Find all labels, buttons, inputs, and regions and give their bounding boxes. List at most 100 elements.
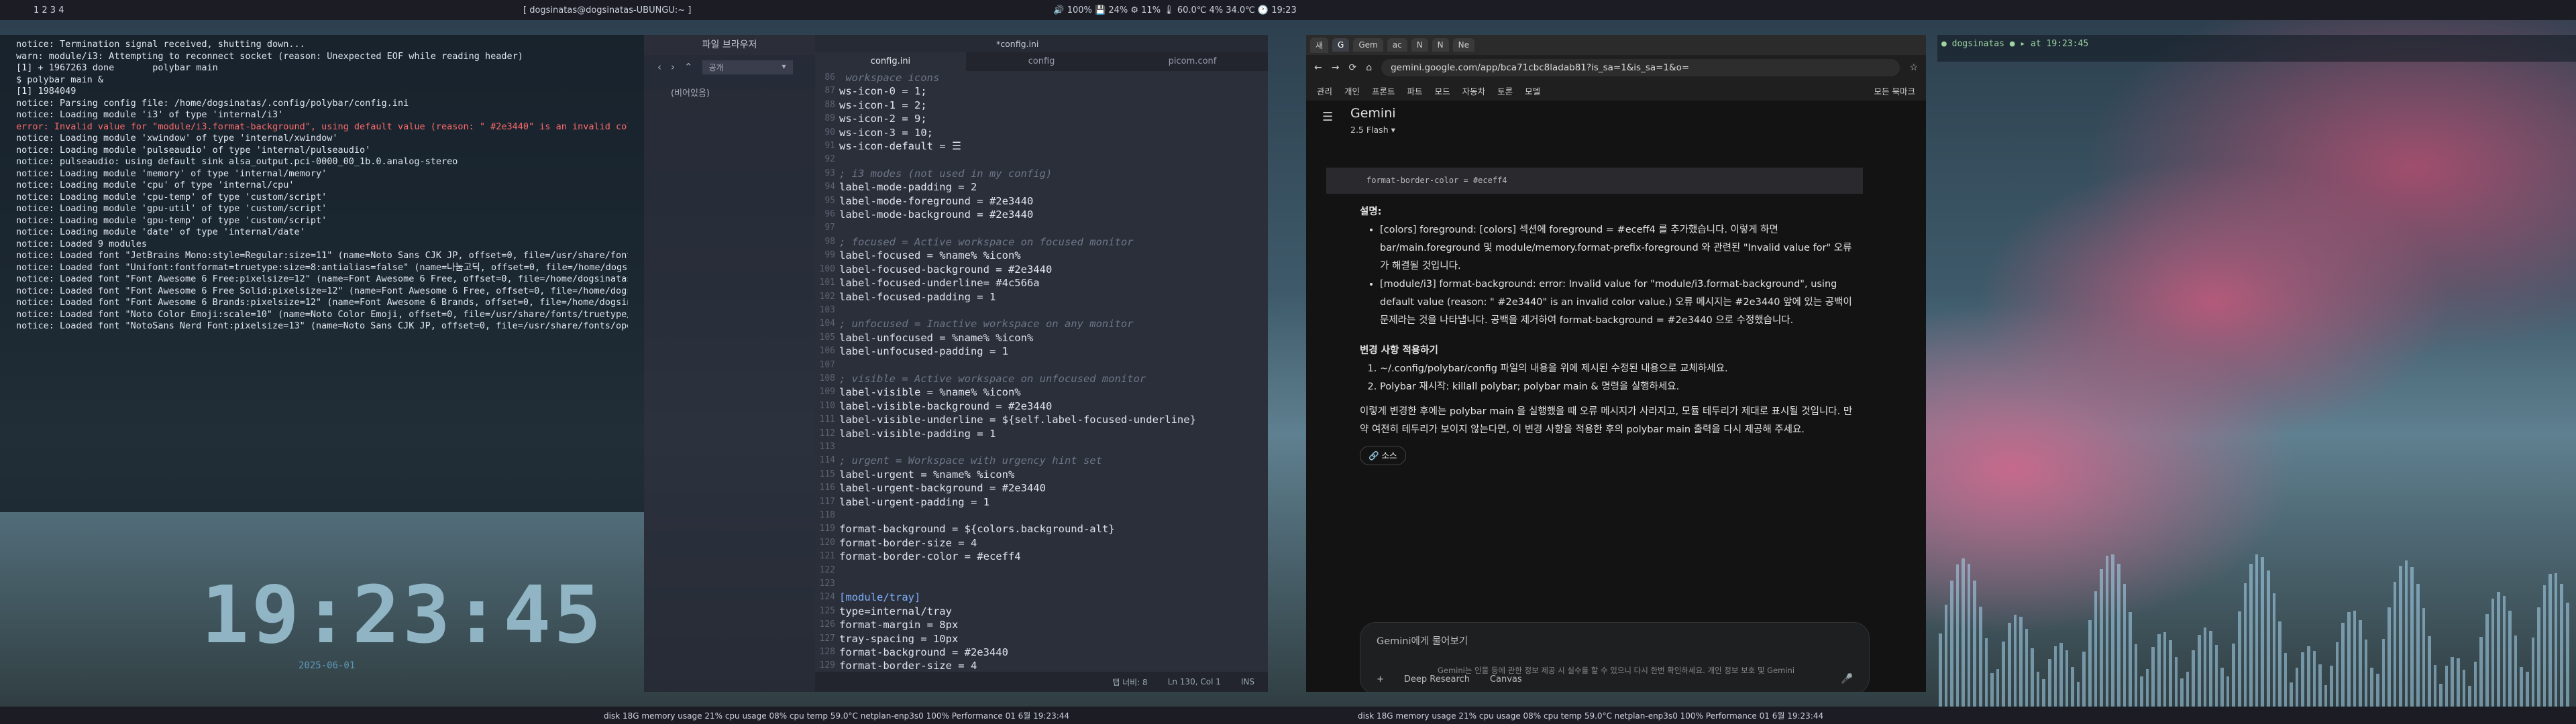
bookmark[interactable]: 토론 xyxy=(1497,84,1513,97)
workspace-list[interactable]: 1 2 3 4 xyxy=(0,5,335,15)
visualizer-bar xyxy=(2116,564,2121,707)
code-line: 128 format-background = #2e3440 xyxy=(819,646,1008,659)
code-line: 100 label-focused-background = #2e3440 xyxy=(819,263,1053,276)
visualizer-bar xyxy=(2238,611,2241,707)
visualizer-bar xyxy=(2439,684,2443,707)
visualizer-bar xyxy=(2370,667,2373,707)
visualizer-bar xyxy=(2312,650,2316,707)
terminal-line: notice: Loaded font "NotoSans Nerd Font:… xyxy=(16,320,628,331)
visualizer-bar xyxy=(1984,638,1988,707)
browser-tab[interactable]: Ne xyxy=(1452,38,1475,52)
tab-picom[interactable]: picom.conf xyxy=(1117,52,1268,71)
visualizer-bar xyxy=(2284,652,2288,707)
visualizer-bar xyxy=(2531,637,2535,707)
visualizer-bar xyxy=(2013,614,2017,707)
all-bookmarks[interactable]: 모든 북마크 xyxy=(1874,84,1915,97)
code-line: 106 label-unfocused-padding = 1 xyxy=(819,345,1008,358)
code-line: 92 xyxy=(824,154,835,165)
visualizer-bar xyxy=(2554,573,2558,707)
file-manager-window[interactable]: 파일 브라우저 ‹ › ⌃ 공개 ▾ (비어있음) xyxy=(644,35,815,692)
text-editor-window[interactable]: *config.ini config.ini config picom.conf… xyxy=(815,35,1268,692)
visualizer-bar xyxy=(2174,656,2178,707)
model-selector[interactable]: 2.5 Flash ▾ xyxy=(1350,125,1395,135)
bookmark[interactable]: 모델 xyxy=(1525,84,1540,97)
visualizer-bar xyxy=(2485,614,2489,707)
visualizer-bar xyxy=(1962,558,1965,707)
browser-tab[interactable]: 새 xyxy=(1310,37,1329,53)
reload-icon[interactable]: ⟳ xyxy=(1348,62,1356,73)
visualizer-bar xyxy=(2123,583,2127,707)
canvas-button[interactable]: Canvas xyxy=(1490,674,1522,684)
visualizer-bar xyxy=(2036,672,2040,707)
terminal-line: notice: Loading module 'pulseaudio' of t… xyxy=(16,144,371,156)
code-area[interactable]: 86 workspace icons 87 ws-icon-0 = 1; 88 ws-i… xyxy=(815,71,1268,672)
visualizer-bar xyxy=(2192,650,2196,707)
forward-icon[interactable]: › xyxy=(671,61,675,73)
code-line: 121 format-border-color = #eceff4 xyxy=(819,550,1021,563)
add-icon[interactable]: + xyxy=(1377,674,1384,684)
back-icon[interactable]: ← xyxy=(1314,62,1322,73)
terminal-line: [1] + 1967263 done polybar main xyxy=(16,62,218,73)
terminal-line: notice: Parsing config file: /home/dogsi… xyxy=(16,97,409,109)
terminal-line: notice: Loaded font "Unifont:fontformat=… xyxy=(16,261,628,273)
bookmark[interactable]: 파트 xyxy=(1407,84,1423,97)
code-line: 119 format-background = ${colors.backgrou… xyxy=(819,523,1115,536)
browser-window[interactable]: 새 G Gem ac N N Ne ← → ⟳ ⌂ gemini.google.… xyxy=(1306,35,1926,692)
code-line: 112 label-visible-padding = 1 xyxy=(819,427,996,440)
browser-tab[interactable]: ac xyxy=(1387,38,1407,52)
code-line: 98; focused = Active workspace on focuse… xyxy=(824,235,1134,248)
code-line: 124 [module/tray] xyxy=(819,591,921,604)
terminal-line: notice: Loading module 'cpu-temp' of typ… xyxy=(16,191,327,202)
visualizer-bar xyxy=(2019,617,2023,707)
terminal-line: $ polybar main & xyxy=(16,74,104,85)
visualizer-bar xyxy=(2451,656,2455,707)
bookmark[interactable]: 프론트 xyxy=(1372,84,1395,97)
code-line: 105 label-unfocused = %name% %icon% xyxy=(819,331,1034,344)
prompt-placeholder: Gemini에게 물어보기 xyxy=(1377,636,1468,647)
terminal-line: notice: Loaded font "Font Awesome 6 Free… xyxy=(16,285,628,296)
gemini-app: ☰ Gemini 2.5 Flash ▾ format-border-color… xyxy=(1306,101,1926,692)
visualizer-bar xyxy=(1973,581,1977,707)
path-selector[interactable]: 공개 ▾ xyxy=(702,60,793,74)
visualizer-bar xyxy=(2140,676,2143,707)
visualizer-bar xyxy=(2226,676,2230,707)
bookmark[interactable]: 자동차 xyxy=(1462,84,1486,97)
visualizer-bar xyxy=(2520,667,2523,707)
visualizer-bar xyxy=(2220,668,2224,707)
step-item: Polybar 재시작: killall polybar; polybar ma… xyxy=(1380,378,1856,396)
terminal-line: notice: Loading module 'i3' of type 'int… xyxy=(16,109,284,120)
visualizer-bar xyxy=(2145,668,2149,707)
browser-tab-active[interactable]: G xyxy=(1332,38,1350,52)
star-icon[interactable]: ☆ xyxy=(1909,62,1918,73)
tab-config-ini[interactable]: config.ini xyxy=(815,52,966,71)
url-bar[interactable]: gemini.google.com/app/bca71cbc8ladab81?i… xyxy=(1381,59,1900,76)
terminal-line: notice: Loaded font "Noto Color Emoji:sc… xyxy=(16,308,628,320)
code-line: 104; unfocused = Inactive workspace on a… xyxy=(819,318,1134,330)
visualizer-bar xyxy=(2428,636,2431,707)
code-line: 129 format-border-size = 4 xyxy=(819,660,977,672)
browser-tab[interactable]: N xyxy=(1432,38,1449,52)
tab-config[interactable]: config xyxy=(966,52,1117,71)
visualizer-bar xyxy=(2537,607,2540,707)
home-icon[interactable]: ⌂ xyxy=(1366,62,1372,73)
code-line: 94 label-mode-padding = 2 xyxy=(824,181,977,194)
back-icon[interactable]: ‹ xyxy=(657,61,661,73)
forward-icon[interactable]: → xyxy=(1332,62,1340,73)
bookmark[interactable]: 모드 xyxy=(1435,84,1450,97)
visualizer-bar xyxy=(1979,606,1982,707)
deep-research-button[interactable]: Deep Research xyxy=(1404,674,1470,684)
menu-icon[interactable]: ☰ xyxy=(1322,110,1333,124)
audio-visualizer xyxy=(1939,533,2569,707)
source-chip[interactable]: 🔗 소스 xyxy=(1360,446,1406,465)
browser-tab[interactable]: N xyxy=(1411,38,1428,52)
prompt-input[interactable]: Gemini에게 물어보기 + Deep Research Canvas 🎤 xyxy=(1360,622,1870,692)
terminal-line: [1] 1984049 xyxy=(16,86,76,97)
bookmark[interactable]: 개인 xyxy=(1344,84,1360,97)
visualizer-bar xyxy=(2111,554,2114,707)
terminal-window[interactable]: notice: Termination signal received, shu… xyxy=(0,35,644,512)
up-icon[interactable]: ⌃ xyxy=(684,61,693,73)
bookmark[interactable]: 관리 xyxy=(1317,84,1332,97)
visualizer-bar xyxy=(1944,605,1948,707)
browser-tab[interactable]: Gem xyxy=(1353,38,1383,52)
visualizer-bar xyxy=(1955,564,1960,707)
